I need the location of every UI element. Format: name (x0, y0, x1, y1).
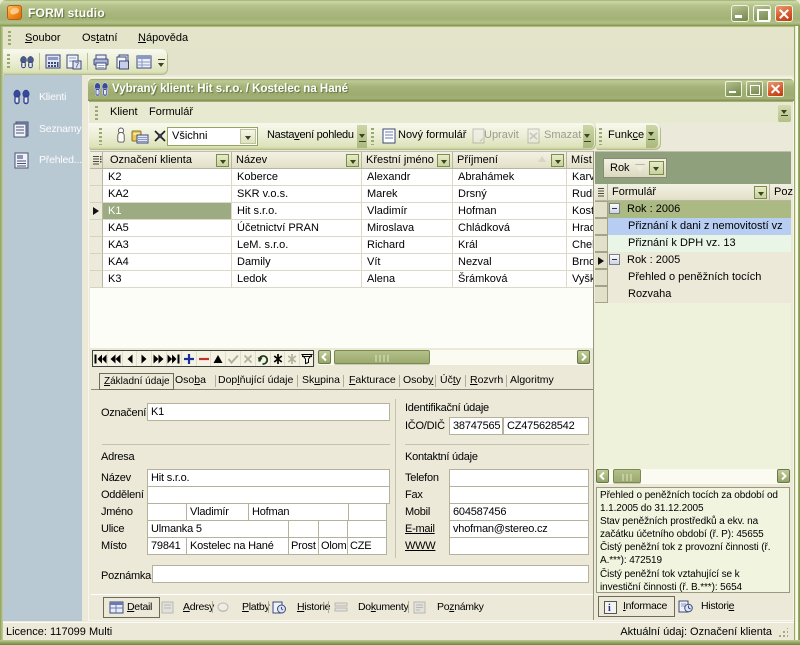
svg-text:7: 7 (75, 61, 79, 70)
